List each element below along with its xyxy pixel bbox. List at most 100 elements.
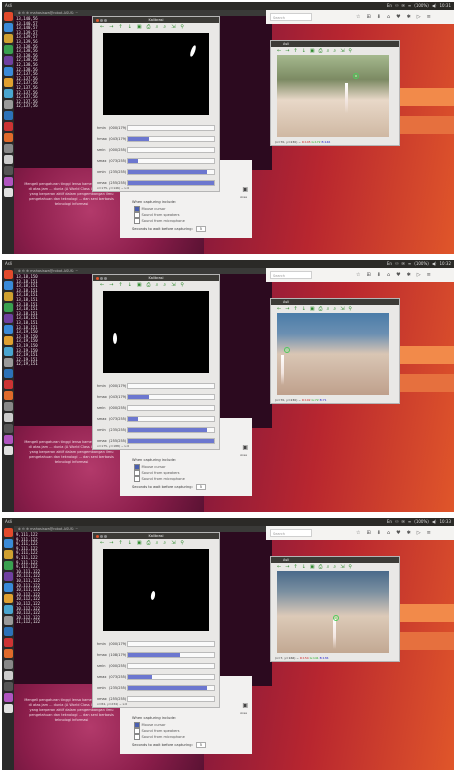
launcher-app-icon[interactable] <box>3 292 13 301</box>
tray-indicator[interactable]: (100%) <box>414 260 429 268</box>
tray-indicator[interactable]: ≡ <box>408 2 411 10</box>
browser-toolbar-icon[interactable]: ≡ <box>427 272 431 278</box>
toolbar-icon[interactable]: → <box>285 306 289 312</box>
launcher-app-icon[interactable] <box>3 550 13 559</box>
browser-toolbar-icon[interactable]: ☆ <box>356 530 360 536</box>
slider-track[interactable] <box>127 168 215 175</box>
system-tray[interactable]: En ⚇ ✉ ≡ (100%) ◀) 10:31 <box>387 2 451 10</box>
minimize-icon[interactable] <box>100 18 103 22</box>
slider-track[interactable] <box>127 415 215 422</box>
area-button[interactable]: Area <box>240 711 247 715</box>
tray-indicator[interactable]: En <box>387 2 392 10</box>
checkbox[interactable] <box>134 728 140 734</box>
toolbar-icon[interactable]: ⚲ <box>180 540 184 546</box>
slider-track[interactable] <box>127 393 215 400</box>
close-icon[interactable] <box>96 276 99 280</box>
launcher-app-icon[interactable] <box>3 660 13 669</box>
toolbar-icon[interactable]: → <box>109 282 113 288</box>
toolbar-icon[interactable]: ⌕ <box>333 564 336 570</box>
toolbar-icon[interactable]: ▣ <box>137 282 142 288</box>
checkbox[interactable] <box>134 476 140 482</box>
minimize-icon[interactable] <box>100 276 103 280</box>
slider-track[interactable] <box>127 382 215 389</box>
tray-indicator[interactable]: ◀) <box>432 260 437 268</box>
tray-indicator[interactable]: (100%) <box>414 2 429 10</box>
toolbar-icon[interactable]: ⇲ <box>340 306 344 312</box>
launcher-app-icon[interactable] <box>3 23 13 32</box>
tray-indicator[interactable]: (100%) <box>414 518 429 526</box>
slider-fill[interactable] <box>128 394 149 399</box>
kalibrasi-titlebar[interactable]: Kalibrasi <box>93 533 219 539</box>
toolbar-icon[interactable]: ▣ <box>137 540 142 546</box>
toolbar-icon[interactable]: ⇲ <box>171 540 175 546</box>
launcher-app-icon[interactable] <box>3 45 13 54</box>
checkbox[interactable] <box>134 218 140 224</box>
asli-window[interactable]: Asli ← → ↑ ↓ ▣ ⎙ ⌕ ⌕ ⇲ ⚲ (x=7, y=166) ~ R:154 G:1… <box>270 556 400 662</box>
toolbar-icon[interactable]: ▣ <box>310 48 315 54</box>
launcher-app-icon[interactable] <box>3 561 13 570</box>
capture-option[interactable]: Mouse cursor <box>134 206 166 212</box>
toolbar-icon[interactable]: ⌕ <box>333 48 336 54</box>
kalibrasi-window[interactable]: Kalibrasi ← → ↑ ↓ ▣ ⎙ ⌕ ⌕ ⇲ ⚲ hmin (000/179) hmax… <box>92 16 220 192</box>
launcher-app-icon[interactable] <box>3 369 13 378</box>
browser-toolbar-icon[interactable]: ⬇ <box>377 14 381 20</box>
browser-search-input[interactable]: Search <box>270 271 312 279</box>
launcher-app-icon[interactable] <box>3 144 13 153</box>
launcher-app-icon[interactable] <box>3 34 13 43</box>
checkbox[interactable] <box>134 464 140 470</box>
slider-track[interactable] <box>127 651 215 658</box>
tray-indicator[interactable]: ◀) <box>432 2 437 10</box>
slider-track[interactable] <box>127 157 215 164</box>
tray-indicator[interactable]: 10:33 <box>439 518 451 526</box>
toolbar-icon[interactable]: ⇲ <box>171 282 175 288</box>
checkbox[interactable] <box>134 722 140 728</box>
tray-indicator[interactable]: ⚇ <box>395 260 399 268</box>
launcher-app-icon[interactable] <box>3 380 13 389</box>
toolbar-icon[interactable]: ↑ <box>118 24 122 30</box>
launcher-app-icon[interactable] <box>3 402 13 411</box>
checkbox[interactable] <box>134 206 140 212</box>
slider-track[interactable] <box>127 124 215 131</box>
toolbar-icon[interactable]: ← <box>277 306 281 312</box>
browser-toolbar-icon[interactable]: ⌂ <box>387 272 390 278</box>
slider-fill[interactable] <box>128 136 149 141</box>
slider-fill[interactable] <box>128 674 153 679</box>
browser-toolbar-icon[interactable]: ♥ <box>396 272 400 278</box>
toolbar-icon[interactable]: ⌕ <box>163 540 166 546</box>
kalibrasi-titlebar[interactable]: Kalibrasi <box>93 275 219 281</box>
capture-option[interactable]: Sound from speakers <box>134 470 180 476</box>
kalibrasi-window[interactable]: Kalibrasi ← → ↑ ↓ ▣ ⎙ ⌕ ⌕ ⇲ ⚲ hmin (000/179) hmax… <box>92 532 220 708</box>
tray-indicator[interactable]: ◀) <box>432 518 437 526</box>
toolbar-icon[interactable]: ▣ <box>310 564 315 570</box>
tray-indicator[interactable]: 10:32 <box>439 260 451 268</box>
slider-fill[interactable] <box>128 158 139 163</box>
toolbar-icon[interactable]: ↓ <box>302 564 306 570</box>
slider-fill[interactable] <box>128 169 208 174</box>
tray-indicator[interactable]: ≡ <box>408 260 411 268</box>
browser-toolbar-icon[interactable]: ≡ <box>427 530 431 536</box>
toolbar-icon[interactable]: ↑ <box>293 564 297 570</box>
toolbar-icon[interactable]: → <box>285 48 289 54</box>
toolbar-icon[interactable]: ⌕ <box>156 282 159 288</box>
browser-toolbar-icon[interactable]: ⌂ <box>387 14 390 20</box>
browser-search-input[interactable]: Search <box>270 529 312 537</box>
launcher-app-icon[interactable] <box>3 166 13 175</box>
checkbox[interactable] <box>134 212 140 218</box>
window-controls[interactable] <box>96 18 107 22</box>
tray-indicator[interactable]: ✉ <box>402 518 405 526</box>
launcher-app-icon[interactable] <box>3 89 13 98</box>
maximize-icon[interactable] <box>104 276 107 280</box>
capture-option[interactable]: Sound from speakers <box>134 728 180 734</box>
toolbar-icon[interactable]: ⌕ <box>327 306 330 312</box>
launcher-app-icon[interactable] <box>3 424 13 433</box>
camera-icon[interactable]: ▣ <box>242 186 248 193</box>
tray-indicator[interactable]: ⚇ <box>395 2 399 10</box>
launcher-app-icon[interactable] <box>3 270 13 279</box>
toolbar-icon[interactable]: ⇲ <box>340 48 344 54</box>
browser-toolbar-icon[interactable]: ☆ <box>356 272 360 278</box>
toolbar-icon[interactable]: ⎙ <box>147 24 151 30</box>
toolbar-icon[interactable]: ↓ <box>128 540 132 546</box>
launcher-app-icon[interactable] <box>3 111 13 120</box>
browser-toolbar-icon[interactable]: ✱ <box>407 530 411 536</box>
launcher-app-icon[interactable] <box>3 314 13 323</box>
